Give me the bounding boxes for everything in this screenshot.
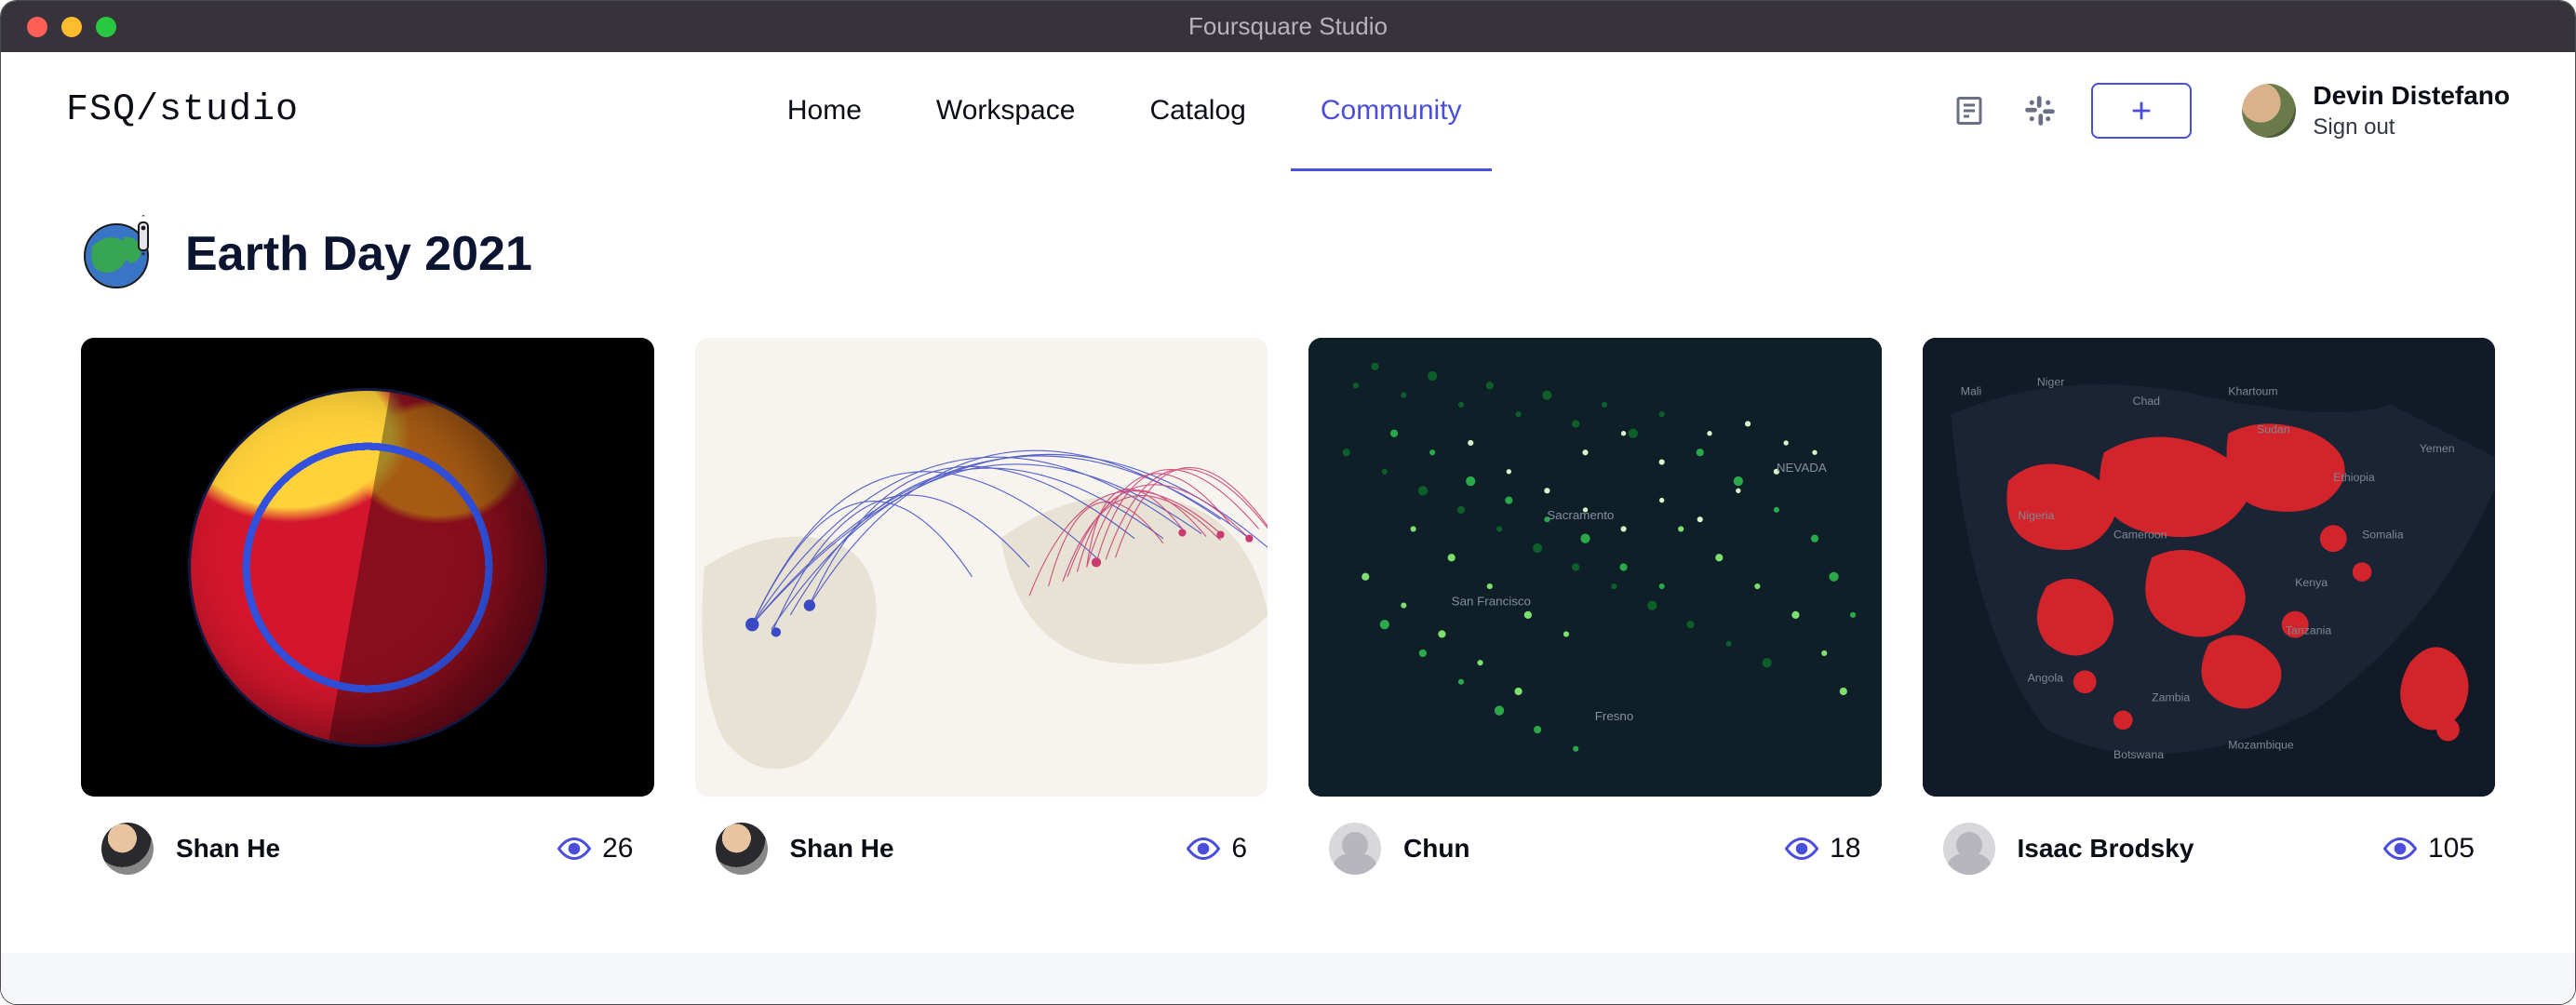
svg-text:Fresno: Fresno <box>1595 709 1634 723</box>
author-name: Shan He <box>176 834 280 864</box>
svg-text:Tanzania: Tanzania <box>2285 623 2330 636</box>
close-window-button[interactable] <box>27 17 47 37</box>
docs-icon[interactable] <box>1950 91 1989 130</box>
nav-home[interactable]: Home <box>787 78 862 143</box>
nav-community[interactable]: Community <box>1321 78 1462 143</box>
svg-text:Angola: Angola <box>2027 672 2062 685</box>
card-meta: Isaac Brodsky 105 <box>1923 797 2496 875</box>
plus-icon <box>2128 98 2154 124</box>
map-card[interactable]: Shan He 6 <box>695 338 1268 875</box>
eye-icon <box>557 838 591 860</box>
card-meta: Shan He 6 <box>695 797 1268 875</box>
brand-logo[interactable]: FSQ/studio <box>66 89 299 131</box>
svg-text:Sudan: Sudan <box>2257 423 2290 436</box>
views-count: 6 <box>1231 833 1247 864</box>
svg-text:Cameroon: Cameroon <box>2113 529 2167 542</box>
eye-icon <box>2383 838 2417 860</box>
maximize-window-button[interactable] <box>96 17 116 37</box>
svg-text:San Francisco: San Francisco <box>1452 595 1531 609</box>
earth-icon: * * <box>81 215 159 293</box>
app-window: Foursquare Studio FSQ/studio Home Worksp… <box>0 0 2576 1005</box>
nav-catalog[interactable]: Catalog <box>1149 78 1245 143</box>
author-avatar <box>1943 823 1995 875</box>
svg-text:Ethiopia: Ethiopia <box>2333 471 2375 484</box>
svg-text:*: * <box>141 215 146 223</box>
svg-text:Yemen: Yemen <box>2419 442 2454 455</box>
titlebar: Foursquare Studio <box>1 1 2575 52</box>
map-thumbnail: Mali Niger Chad Nigeria Cameroon Sudan Ethio… <box>1923 338 2496 797</box>
author-avatar <box>716 823 768 875</box>
map-thumbnail: San Francisco Sacramento Fresno NEVADA <box>1308 338 1882 797</box>
card-meta: Shan He 26 <box>81 797 654 875</box>
user-name: Devin Distefano <box>2313 81 2510 111</box>
nav-workspace[interactable]: Workspace <box>936 78 1076 143</box>
add-button[interactable] <box>2091 83 2192 139</box>
views-count: 105 <box>2428 833 2475 864</box>
minimize-window-button[interactable] <box>61 17 82 37</box>
slack-icon[interactable] <box>2020 91 2059 130</box>
app-content: FSQ/studio Home Workspace Catalog Commun… <box>1 52 2575 1004</box>
sign-out-link[interactable]: Sign out <box>2313 114 2510 141</box>
navbar-actions: Devin Distefano Sign out <box>1950 81 2510 141</box>
svg-text:NEVADA: NEVADA <box>1777 461 1827 475</box>
map-card[interactable]: San Francisco Sacramento Fresno NEVADA C… <box>1308 338 1882 875</box>
author-name: Shan He <box>790 834 894 864</box>
section-title: Earth Day 2021 <box>185 226 532 282</box>
user-menu[interactable]: Devin Distefano Sign out <box>2242 81 2510 141</box>
map-card[interactable]: Mali Niger Chad Nigeria Cameroon Sudan Ethio… <box>1923 338 2496 875</box>
card-grid: Shan He 26 <box>1 321 2575 921</box>
views-count: 18 <box>1830 833 1860 864</box>
svg-text:Mali: Mali <box>1960 385 1981 398</box>
views-indicator: 105 <box>2383 833 2475 864</box>
views-indicator: 18 <box>1785 833 1860 864</box>
author-avatar <box>1329 823 1381 875</box>
svg-text:Chad: Chad <box>2132 395 2160 408</box>
footer-strip <box>1 953 2575 1004</box>
svg-text:Khartoum: Khartoum <box>2228 385 2277 398</box>
svg-text:Mozambique: Mozambique <box>2228 739 2294 752</box>
navbar: FSQ/studio Home Workspace Catalog Commun… <box>1 52 2575 168</box>
svg-text:Sacramento: Sacramento <box>1547 508 1614 522</box>
views-indicator: 26 <box>557 833 633 864</box>
window-title: Foursquare Studio <box>1188 12 1388 41</box>
svg-text:*: * <box>141 249 146 262</box>
globe-visual <box>191 391 544 744</box>
user-avatar <box>2242 84 2296 138</box>
views-indicator: 6 <box>1187 833 1247 864</box>
map-thumbnail <box>81 338 654 797</box>
card-meta: Chun 18 <box>1308 797 1882 875</box>
svg-text:Botswana: Botswana <box>2113 748 2164 761</box>
svg-text:Kenya: Kenya <box>2295 576 2328 589</box>
author-name: Isaac Brodsky <box>2018 834 2194 864</box>
svg-text:Somalia: Somalia <box>2362 529 2404 542</box>
svg-text:Niger: Niger <box>2036 375 2063 388</box>
svg-text:Nigeria: Nigeria <box>2018 509 2054 522</box>
views-count: 26 <box>602 833 633 864</box>
author-avatar <box>101 823 154 875</box>
window-controls <box>1 17 116 37</box>
map-card[interactable]: Shan He 26 <box>81 338 654 875</box>
nav-links: Home Workspace Catalog Community <box>787 78 1462 143</box>
section-header: * * Earth Day 2021 <box>1 168 2575 321</box>
svg-text:Zambia: Zambia <box>2152 690 2190 704</box>
eye-icon <box>1187 838 1220 860</box>
map-thumbnail <box>695 338 1268 797</box>
eye-icon <box>1785 838 1818 860</box>
author-name: Chun <box>1403 834 1470 864</box>
